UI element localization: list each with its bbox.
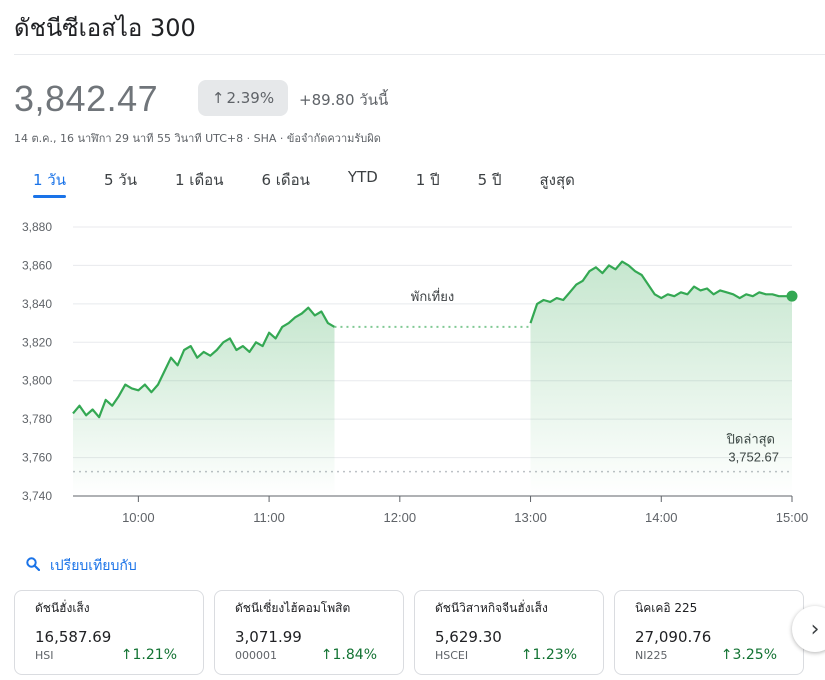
- card-value: 27,090.76: [635, 628, 712, 646]
- price-chart[interactable]: 3,880 3,860 3,840 3,820 3,800 3,780 3,760 3,740…: [0, 212, 825, 532]
- card-000001[interactable]: ดัชนีเซี่ยงไฮ้คอมโพสิต 3,071.99 000001 ↑…: [214, 590, 404, 675]
- y-tick-label: 3,760: [22, 451, 52, 465]
- y-tick-label: 3,740: [22, 489, 52, 503]
- card-pct: ↑1.23%: [521, 647, 577, 663]
- x-tick-label: 14:00: [645, 510, 678, 525]
- x-tick-label: 10:00: [122, 510, 155, 525]
- y-tick-label: 3,780: [22, 412, 52, 426]
- compare-label: เปรียบเทียบกับ: [50, 558, 137, 574]
- card-name: นิคเคอิ 225: [635, 601, 698, 615]
- card-pct: ↑1.84%: [321, 647, 377, 663]
- tab-ytd[interactable]: YTD: [348, 168, 378, 198]
- card-symbol: NI225: [635, 649, 668, 662]
- card-symbol: HSI: [35, 649, 54, 662]
- y-tick-label: 3,880: [22, 220, 52, 234]
- card-ni225[interactable]: นิคเคอิ 225 27,090.76 NI225 ↑3.25%: [614, 590, 804, 675]
- card-pct-value: 1.23%: [532, 647, 577, 663]
- y-tick-label: 3,820: [22, 335, 52, 349]
- card-name: ดัชนีฮั่งเส็ง: [35, 601, 90, 615]
- card-pct-value: 1.21%: [132, 647, 177, 663]
- arrow-up-icon: ↑: [211, 89, 225, 107]
- lunch-break-label: พักเที่ยง: [411, 288, 454, 305]
- current-price: 3,842.47: [14, 78, 159, 119]
- card-symbol: HSCEI: [435, 649, 469, 662]
- arrow-up-icon: ↑: [320, 647, 333, 663]
- tab-max[interactable]: สูงสุด: [539, 168, 574, 198]
- pct-change-value: 2.39%: [226, 89, 275, 107]
- y-tick-label: 3,800: [22, 374, 52, 388]
- card-hscei[interactable]: ดัชนีวิสาหกิจจีนฮั่งเส็ง 5,629.30 HSCEI …: [414, 590, 604, 675]
- chevron-right-icon: ›: [810, 616, 820, 642]
- card-pct: ↑3.25%: [721, 647, 777, 663]
- range-tabs: 1 วัน 5 วัน 1 เดือน 6 เดือน YTD 1 ปี 5 ป…: [33, 168, 613, 198]
- card-value: 3,071.99: [235, 628, 302, 646]
- last-price-dot: [786, 290, 798, 302]
- x-tick-label: 11:00: [253, 510, 285, 525]
- card-hsi[interactable]: ดัชนีฮั่งเส็ง 16,587.69 HSI ↑1.21%: [14, 590, 204, 675]
- tab-5d[interactable]: 5 วัน: [104, 168, 137, 198]
- tab-1m[interactable]: 1 เดือน: [175, 168, 223, 198]
- arrow-up-icon: ↑: [720, 647, 733, 663]
- card-pct-value: 1.84%: [332, 647, 377, 663]
- compare-link[interactable]: เปรียบเทียบกับ: [26, 555, 137, 577]
- card-value: 5,629.30: [435, 628, 502, 646]
- abs-change: +89.80 วันนี้: [299, 91, 389, 109]
- card-pct: ↑1.21%: [121, 647, 177, 663]
- x-tick-label: 15:00: [776, 510, 809, 525]
- card-value: 16,587.69: [35, 628, 112, 646]
- tab-5y[interactable]: 5 ปี: [478, 168, 502, 198]
- arrow-up-icon: ↑: [520, 647, 533, 663]
- y-tick-label: 3,840: [22, 297, 52, 311]
- card-name: ดัชนีวิสาหกิจจีนฮั่งเส็ง: [435, 601, 548, 615]
- arrow-up-icon: ↑: [120, 647, 133, 663]
- related-cards: ดัชนีฮั่งเส็ง 16,587.69 HSI ↑1.21% ดัชนี…: [14, 590, 804, 675]
- morning-series-area: [73, 307, 335, 496]
- tab-1d[interactable]: 1 วัน: [33, 168, 66, 198]
- tab-1y[interactable]: 1 ปี: [416, 168, 440, 198]
- divider: [14, 54, 825, 55]
- card-pct-value: 3.25%: [732, 647, 777, 663]
- tab-6m[interactable]: 6 เดือน: [261, 168, 309, 198]
- y-tick-label: 3,860: [22, 258, 52, 272]
- card-name: ดัชนีเซี่ยงไฮ้คอมโพสิต: [235, 601, 351, 615]
- card-symbol: 000001: [235, 649, 277, 662]
- search-icon: [26, 557, 41, 575]
- quote-subinfo: 14 ต.ค., 16 นาฬิกา 29 นาที 55 วินาที UTC…: [14, 132, 381, 145]
- page-title: ดัชนีซีเอสไอ 300: [14, 14, 196, 42]
- x-tick-label: 13:00: [514, 510, 547, 525]
- x-tick-label: 12:00: [384, 510, 417, 525]
- pct-change-badge: ↑ 2.39%: [198, 80, 288, 116]
